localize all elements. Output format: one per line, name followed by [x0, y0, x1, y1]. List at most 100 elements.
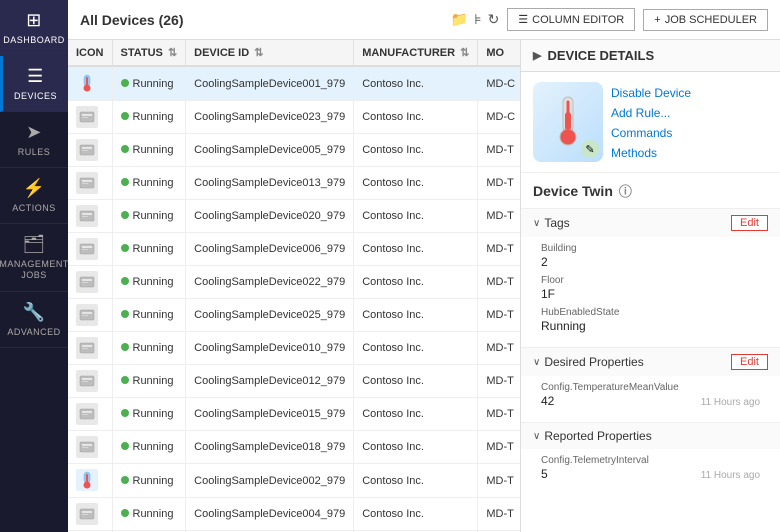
- reported-props-section: ∨ Reported Properties Config.TelemetryIn…: [521, 422, 780, 495]
- tags-header[interactable]: ∨ Tags Edit: [521, 209, 780, 237]
- twin-title-text: Device Twin: [533, 183, 613, 199]
- cell-icon: [68, 167, 112, 200]
- cell-device-id: CoolingSampleDevice001_979: [186, 66, 354, 101]
- table-row[interactable]: RunningCoolingSampleDevice025_979Contoso…: [68, 299, 520, 332]
- floor-prop: Floor 1F: [541, 275, 760, 301]
- column-editor-button[interactable]: ☰ COLUMN EDITOR: [507, 8, 635, 31]
- job-scheduler-button[interactable]: + JOB SCHEDULER: [643, 9, 768, 31]
- reported-props-body: Config.TelemetryInterval 5 11 Hours ago: [521, 449, 780, 495]
- commands-link[interactable]: Commands: [611, 126, 691, 140]
- temp-mean-prop: Config.TemperatureMeanValue 42 11 Hours …: [541, 382, 760, 408]
- cell-icon: [68, 431, 112, 464]
- filter-icon[interactable]: ⊧: [474, 11, 481, 28]
- table-row[interactable]: RunningCoolingSampleDevice012_979Contoso…: [68, 365, 520, 398]
- cell-icon: [68, 66, 112, 101]
- table-row[interactable]: RunningCoolingSampleDevice018_979Contoso…: [68, 431, 520, 464]
- cell-manufacturer: Contoso Inc.: [354, 365, 478, 398]
- actions-icon: ⚡: [23, 178, 46, 199]
- cell-manufacturer: Contoso Inc.: [354, 167, 478, 200]
- cell-manufacturer: Contoso Inc.: [354, 332, 478, 365]
- cell-device-id: CoolingSampleDevice018_979: [186, 431, 354, 464]
- telemetry-interval-prop: Config.TelemetryInterval 5 11 Hours ago: [541, 455, 760, 481]
- cell-model: MD-C: [478, 66, 520, 101]
- methods-link[interactable]: Methods: [611, 146, 691, 160]
- cell-icon: [68, 332, 112, 365]
- main-content: All Devices (26) 📁 ⊧ ↻ ☰ COLUMN EDITOR +…: [68, 0, 780, 532]
- table-row[interactable]: RunningCoolingSampleDevice015_979Contoso…: [68, 398, 520, 431]
- cell-model: MD-T: [478, 464, 520, 498]
- header-icons: 📁 ⊧ ↻: [451, 11, 499, 28]
- tags-title: Tags: [544, 216, 569, 230]
- table-row[interactable]: RunningCoolingSampleDevice020_979Contoso…: [68, 200, 520, 233]
- hub-enabled-label: HubEnabledState: [541, 307, 760, 318]
- desired-chevron-icon: ∨: [533, 357, 540, 368]
- cell-icon: [68, 101, 112, 134]
- column-editor-label: COLUMN EDITOR: [532, 14, 624, 26]
- cell-status: Running: [112, 398, 186, 431]
- col-manufacturer[interactable]: MANUFACTURER ⇅: [354, 40, 478, 66]
- cell-device-id: CoolingSampleDevice006_979: [186, 233, 354, 266]
- building-label: Building: [541, 243, 760, 254]
- panel-header: ▶ DEVICE DETAILS: [521, 40, 780, 72]
- add-rule-link[interactable]: Add Rule...: [611, 106, 691, 120]
- column-editor-icon: ☰: [518, 13, 528, 26]
- cell-device-id: CoolingSampleDevice025_979: [186, 299, 354, 332]
- table-row[interactable]: RunningCoolingSampleDevice013_979Contoso…: [68, 167, 520, 200]
- management-icon: 🗂: [22, 234, 45, 255]
- table-row[interactable]: RunningCoolingSampleDevice006_979Contoso…: [68, 233, 520, 266]
- table-row[interactable]: RunningCoolingSampleDevice010_979Contoso…: [68, 332, 520, 365]
- cell-manufacturer: Contoso Inc.: [354, 200, 478, 233]
- refresh-icon[interactable]: ↻: [488, 11, 500, 28]
- cell-status: Running: [112, 365, 186, 398]
- cell-status: Running: [112, 332, 186, 365]
- table-row[interactable]: RunningCoolingSampleDevice002_979Contoso…: [68, 464, 520, 498]
- building-value: 2: [541, 255, 760, 269]
- sidebar-item-rules[interactable]: ➤ RULES: [0, 112, 68, 168]
- info-icon[interactable]: ⓘ: [619, 181, 632, 200]
- panel-links: Disable Device Add Rule... Commands Meth…: [611, 82, 691, 160]
- desired-props-edit-button[interactable]: Edit: [731, 354, 768, 370]
- disable-device-link[interactable]: Disable Device: [611, 86, 691, 100]
- sidebar-item-dashboard[interactable]: ⊞ DASHBOARD: [0, 0, 68, 56]
- cell-model: MD-T: [478, 200, 520, 233]
- cell-device-id: CoolingSampleDevice023_979: [186, 101, 354, 134]
- sidebar-item-management[interactable]: 🗂 MANAGEMENT JOBS: [0, 224, 68, 292]
- device-image-area: ✎ Disable Device Add Rule... Commands Me…: [521, 72, 780, 173]
- dashboard-icon: ⊞: [26, 10, 42, 31]
- cell-status: Running: [112, 134, 186, 167]
- table-row[interactable]: RunningCoolingSampleDevice023_979Contoso…: [68, 101, 520, 134]
- table-row[interactable]: RunningCoolingSampleDevice001_979Contoso…: [68, 66, 520, 101]
- reported-props-header[interactable]: ∨ Reported Properties: [521, 423, 780, 449]
- sidebar-item-devices[interactable]: ☰ DEVICES: [0, 56, 68, 112]
- col-model[interactable]: MO: [478, 40, 520, 66]
- sidebar-item-actions[interactable]: ⚡ ACTIONS: [0, 168, 68, 224]
- cell-icon: [68, 365, 112, 398]
- reported-chevron-icon: ∨: [533, 431, 540, 442]
- twin-title: Device Twin ⓘ: [533, 181, 768, 200]
- temp-mean-label: Config.TemperatureMeanValue: [541, 382, 760, 393]
- table-row[interactable]: RunningCoolingSampleDevice022_979Contoso…: [68, 266, 520, 299]
- tags-chevron-icon: ∨: [533, 218, 540, 229]
- cell-device-id: CoolingSampleDevice010_979: [186, 332, 354, 365]
- cell-device-id: CoolingSampleDevice002_979: [186, 464, 354, 498]
- sidebar-item-label: RULES: [18, 147, 51, 157]
- cell-manufacturer: Contoso Inc.: [354, 66, 478, 101]
- table-row[interactable]: RunningCoolingSampleDevice004_979Contoso…: [68, 498, 520, 531]
- folder-icon[interactable]: 📁: [451, 11, 468, 28]
- cell-model: MD-T: [478, 431, 520, 464]
- cell-model: MD-T: [478, 299, 520, 332]
- desired-props-header[interactable]: ∨ Desired Properties Edit: [521, 348, 780, 376]
- tags-edit-button[interactable]: Edit: [731, 215, 768, 231]
- col-status[interactable]: STATUS ⇅: [112, 40, 186, 66]
- telemetry-interval-time: 11 Hours ago: [701, 470, 760, 481]
- sidebar: ⊞ DASHBOARD ☰ DEVICES ➤ RULES ⚡ ACTIONS …: [0, 0, 68, 532]
- sidebar-item-advanced[interactable]: 🔧 ADVANCED: [0, 292, 68, 348]
- table-row[interactable]: RunningCoolingSampleDevice005_979Contoso…: [68, 134, 520, 167]
- tags-section: ∨ Tags Edit Building 2 Floor 1F: [521, 208, 780, 347]
- col-device-id[interactable]: DEVICE ID ⇅: [186, 40, 354, 66]
- desired-props-body: Config.TemperatureMeanValue 42 11 Hours …: [521, 376, 780, 422]
- advanced-icon: 🔧: [23, 302, 46, 323]
- cell-model: MD-T: [478, 134, 520, 167]
- sidebar-item-label: ACTIONS: [12, 203, 56, 213]
- cell-manufacturer: Contoso Inc.: [354, 498, 478, 531]
